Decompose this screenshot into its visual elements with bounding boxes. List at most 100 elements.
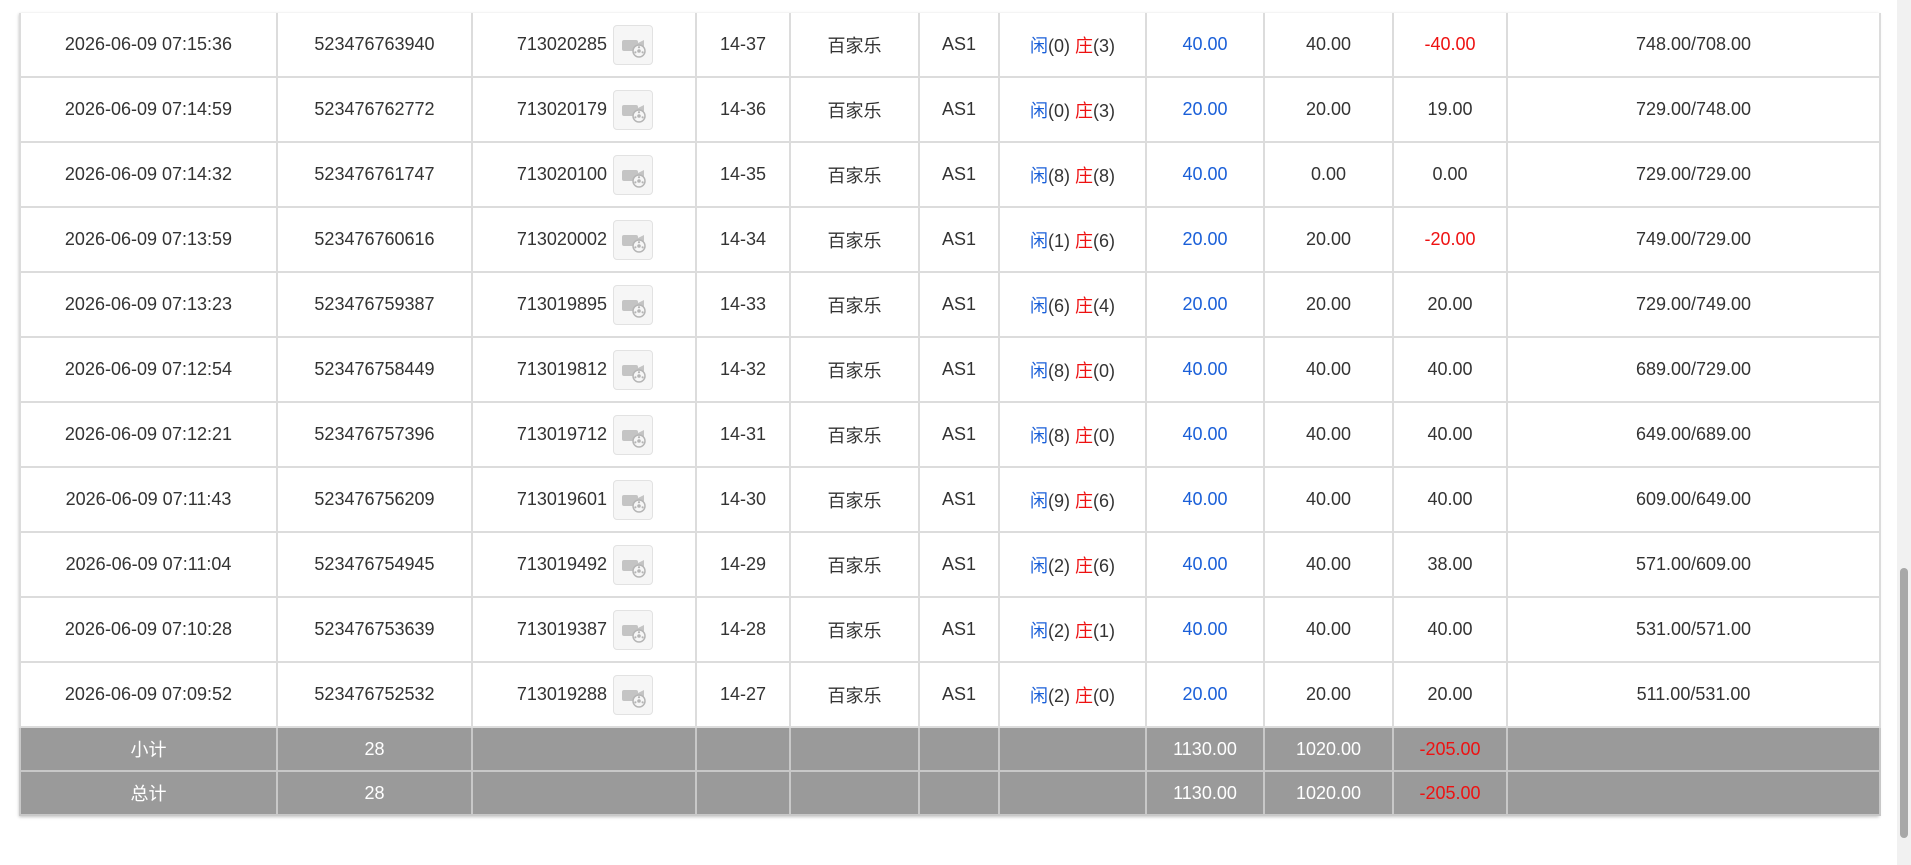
banker-label: 庄 xyxy=(1075,360,1093,381)
player-points: (8) xyxy=(1047,165,1070,186)
video-replay-icon[interactable] xyxy=(613,284,653,325)
game-id-cell: 713020002 xyxy=(471,206,697,273)
player-points: (2) xyxy=(1047,685,1070,706)
bet-records-table: 2026-06-09 07:15:36 523476763940 7130202… xyxy=(19,13,1881,816)
game-id-wrapper: 713019895 xyxy=(474,284,694,325)
banker-points: (3) xyxy=(1093,100,1115,121)
balance-change: 729.00/729.00 xyxy=(1506,141,1881,208)
balance-change: 729.00/748.00 xyxy=(1506,76,1881,143)
video-replay-icon[interactable] xyxy=(613,349,653,390)
banker-points: (4) xyxy=(1093,295,1115,316)
win-loss: 19.00 xyxy=(1392,76,1508,143)
player-label: 闲 xyxy=(1029,490,1048,511)
table-code: AS1 xyxy=(918,76,1000,143)
banker-points: (0) xyxy=(1093,425,1115,446)
game-result: 闲(2) 庄(1) xyxy=(998,596,1147,663)
bet-records-table-container: 2026-06-09 07:15:36 523476763940 7130202… xyxy=(19,13,1881,816)
subtotal-empty-cell xyxy=(695,726,791,772)
game-id: 713020285 xyxy=(516,34,607,54)
game-id-wrapper: 713020002 xyxy=(474,219,694,260)
video-replay-icon[interactable] xyxy=(613,89,653,130)
balance-change: 749.00/729.00 xyxy=(1506,206,1881,273)
game-id: 713019387 xyxy=(516,619,607,639)
player-label: 闲 xyxy=(1029,555,1048,576)
bet-time: 2026-06-09 07:15:36 xyxy=(19,13,278,78)
player-label: 闲 xyxy=(1029,230,1048,251)
game-id-wrapper: 713019712 xyxy=(474,414,694,455)
player-points: (2) xyxy=(1047,555,1070,576)
bet-time: 2026-06-09 07:11:43 xyxy=(19,466,278,533)
shoe-round: 14-32 xyxy=(695,336,791,403)
total-bet: 1130.00 xyxy=(1145,770,1265,816)
balance-change: 748.00/708.00 xyxy=(1506,13,1881,78)
table-row: 2026-06-09 07:14:59 523476762772 7130201… xyxy=(19,76,1881,143)
banker-points: (0) xyxy=(1093,360,1115,381)
player-points: (9) xyxy=(1047,490,1070,511)
win-loss: 40.00 xyxy=(1392,336,1508,403)
game-result: 闲(0) 庄(3) xyxy=(998,13,1147,78)
scrollbar-thumb[interactable] xyxy=(1900,568,1908,838)
game-result: 闲(8) 庄(0) xyxy=(998,401,1147,468)
game-id-cell: 713020179 xyxy=(471,76,697,143)
bet-time: 2026-06-09 07:09:52 xyxy=(19,661,278,728)
records-body: 2026-06-09 07:15:36 523476763940 7130202… xyxy=(19,13,1881,728)
table-code: AS1 xyxy=(918,531,1000,598)
table-code: AS1 xyxy=(918,336,1000,403)
game-type: 百家乐 xyxy=(789,661,920,728)
video-replay-icon[interactable] xyxy=(613,154,653,195)
video-replay-icon[interactable] xyxy=(613,674,653,715)
subtotal-empty-cell xyxy=(471,726,697,772)
bet-time: 2026-06-09 07:14:32 xyxy=(19,141,278,208)
subtotal-empty-cell xyxy=(789,726,920,772)
bet-time: 2026-06-09 07:12:54 xyxy=(19,336,278,403)
video-replay-icon[interactable] xyxy=(613,479,653,520)
player-points: (8) xyxy=(1047,360,1070,381)
table-row: 2026-06-09 07:11:04 523476754945 7130194… xyxy=(19,531,1881,598)
game-result: 闲(9) 庄(6) xyxy=(998,466,1147,533)
game-result: 闲(2) 庄(0) xyxy=(998,661,1147,728)
bet-time: 2026-06-09 07:13:23 xyxy=(19,271,278,338)
total-valid: 1020.00 xyxy=(1263,770,1394,816)
banker-points: (6) xyxy=(1093,230,1115,251)
page-scrollbar[interactable] xyxy=(1897,0,1911,865)
shoe-round: 14-34 xyxy=(695,206,791,273)
game-result: 闲(2) 庄(6) xyxy=(998,531,1147,598)
video-replay-icon[interactable] xyxy=(613,219,653,260)
video-replay-icon[interactable] xyxy=(613,544,653,585)
bet-amount: 20.00 xyxy=(1145,76,1265,143)
valid-bet: 20.00 xyxy=(1263,206,1394,273)
total-empty-cell xyxy=(695,770,791,816)
video-replay-icon[interactable] xyxy=(613,414,653,455)
video-replay-icon[interactable] xyxy=(613,24,653,65)
table-row: 2026-06-09 07:14:32 523476761747 7130201… xyxy=(19,141,1881,208)
order-number: 523476762772 xyxy=(276,76,473,143)
bet-amount: 40.00 xyxy=(1145,141,1265,208)
game-id-cell: 713019812 xyxy=(471,336,697,403)
table-row: 2026-06-09 07:10:28 523476753639 7130193… xyxy=(19,596,1881,663)
banker-points: (1) xyxy=(1093,620,1115,641)
valid-bet: 40.00 xyxy=(1263,466,1394,533)
order-number: 523476758449 xyxy=(276,336,473,403)
order-number: 523476752532 xyxy=(276,661,473,728)
game-id-cell: 713019712 xyxy=(471,401,697,468)
total-empty-cell xyxy=(1506,770,1881,816)
banker-points: (0) xyxy=(1093,685,1115,706)
subtotal-empty-cell xyxy=(998,726,1147,772)
game-id-cell: 713019288 xyxy=(471,661,697,728)
balance-change: 511.00/531.00 xyxy=(1506,661,1881,728)
banker-label: 庄 xyxy=(1075,685,1093,706)
game-id: 713019288 xyxy=(516,684,607,704)
banker-label: 庄 xyxy=(1075,35,1093,56)
shoe-round: 14-29 xyxy=(695,531,791,598)
game-type: 百家乐 xyxy=(789,596,920,663)
shoe-round: 14-30 xyxy=(695,466,791,533)
bet-time: 2026-06-09 07:14:59 xyxy=(19,76,278,143)
bet-amount: 20.00 xyxy=(1145,271,1265,338)
game-result: 闲(1) 庄(6) xyxy=(998,206,1147,273)
player-label: 闲 xyxy=(1029,165,1048,186)
bet-amount: 40.00 xyxy=(1145,596,1265,663)
shoe-round: 14-28 xyxy=(695,596,791,663)
video-replay-icon[interactable] xyxy=(613,609,653,650)
win-loss: 40.00 xyxy=(1392,466,1508,533)
banker-label: 庄 xyxy=(1075,230,1093,251)
